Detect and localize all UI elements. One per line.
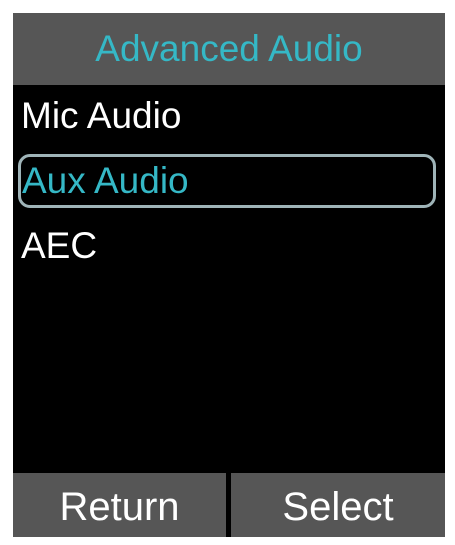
menu-item-aec[interactable]: AEC [18,219,436,273]
softkey-bar: Return Select [13,473,445,537]
select-button[interactable]: Select [231,473,445,537]
page-title: Advanced Audio [13,13,445,85]
return-button[interactable]: Return [13,473,226,537]
phone-screen: Advanced Audio Mic Audio Aux Audio AEC R… [13,13,445,537]
menu-item-aux-audio[interactable]: Aux Audio [18,154,436,208]
menu-item-mic-audio[interactable]: Mic Audio [18,89,436,143]
